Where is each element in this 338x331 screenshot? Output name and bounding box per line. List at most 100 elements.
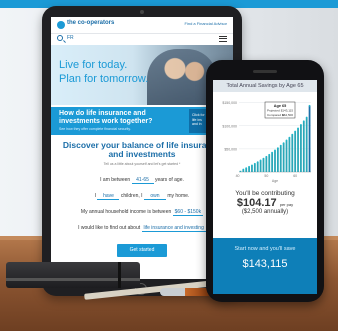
children-mid: children, I: [120, 193, 143, 199]
tooltip-row-value: $62,500: [282, 113, 293, 117]
savings-chart: $150,000 $100,000 $50,000 40 50 60 Age Age 65 Pr…: [213, 92, 317, 188]
chart-bar: [259, 160, 262, 172]
find-advisor-link[interactable]: Find a Financial Advisor: [185, 21, 227, 26]
chart-bar: [276, 148, 279, 172]
chart-point: [297, 127, 299, 130]
savings-footer: Start now and you'll save $143,115: [213, 238, 317, 294]
chart-point: [253, 162, 256, 165]
banner-title: How do life insurance and investments wo…: [59, 110, 153, 125]
phone-screen: Total Annual Savings by Age 65 $150,000 $…: [213, 80, 317, 294]
search-icon[interactable]: [57, 35, 63, 41]
chart-point: [274, 149, 276, 152]
chart-point: [285, 139, 288, 142]
chart-bar: [256, 162, 259, 172]
savings-footer-label: Start now and you'll save: [234, 246, 296, 252]
age-prefix: I am between: [100, 177, 131, 183]
savings-chart-svg: $150,000 $100,000 $50,000 40 50 60 Age Age 65Pr…: [222, 101, 311, 183]
chart-point: [245, 167, 248, 170]
home-suffix: my home.: [167, 193, 190, 199]
x-axis-label: Age: [272, 179, 278, 183]
chart-point: [294, 130, 297, 133]
y-tick-label: $100,000: [222, 124, 237, 128]
contribution-amount: $104.17: [236, 197, 277, 209]
tablet-camera: [140, 10, 144, 14]
hero-headline-2: Plan for tomorrow.: [59, 73, 149, 85]
chart-bar: [300, 124, 302, 172]
chart-bar: [291, 134, 294, 172]
chart-bar: [265, 156, 268, 172]
chart-point: [268, 153, 271, 156]
site-logo[interactable]: the co-operators: [67, 20, 114, 26]
tooltip-title: Age 65: [274, 104, 286, 108]
tooltip-row-label: Projected: [267, 109, 280, 113]
chart-bar: [253, 163, 256, 172]
tooltip-row-value: $143,115: [281, 109, 294, 113]
chart-bar: [288, 137, 291, 172]
get-started-button[interactable]: Get started: [117, 244, 167, 257]
per-pay-label: per pay: [279, 202, 294, 207]
x-tick-label: 60: [293, 174, 297, 178]
chart-point: [242, 168, 245, 171]
phone-device: Total Annual Savings by Age 65 $150,000 $…: [206, 60, 324, 302]
chart-point: [291, 133, 294, 136]
contribution-summary: You'll be contributing $104.17 per pay (…: [213, 190, 317, 215]
annual-contribution: ($2,500 annually): [241, 209, 289, 215]
banner-subtitle: See how they offer complete financial se…: [59, 127, 131, 131]
chart-bar: [268, 154, 271, 172]
chart-bar: [305, 117, 308, 172]
learn-select[interactable]: life insurance and investing: [141, 225, 206, 232]
chart-point: [282, 142, 285, 145]
x-tick-label: 40: [236, 174, 240, 178]
chart-point: [305, 116, 308, 119]
contribution-amount-row: $104.17 per pay: [213, 197, 317, 209]
chart-bar: [274, 150, 276, 172]
notebook-elastic: [118, 262, 121, 288]
chart-bar: [285, 140, 288, 172]
age-suffix: years of age.: [154, 177, 184, 183]
chart-title: Total Annual Savings by Age 65: [213, 80, 317, 92]
chart-point: [262, 157, 265, 160]
chart-bar: [279, 145, 282, 172]
children-select[interactable]: have: [97, 193, 120, 200]
contribution-label: You'll be contributing: [235, 190, 295, 197]
chart-point: [300, 124, 302, 126]
home-select[interactable]: own: [143, 193, 166, 200]
chart-bar: [294, 131, 297, 172]
y-tick-label: $150,000: [222, 101, 237, 105]
language-toggle[interactable]: FR: [67, 35, 74, 41]
chart-bar: [308, 105, 311, 172]
age-select[interactable]: 41-65: [131, 177, 154, 184]
children-prefix: I: [94, 193, 97, 199]
site-toolbar: FR: [51, 34, 233, 44]
chart-point: [271, 151, 274, 154]
chart-bar: [282, 143, 285, 172]
chart-bar: [239, 170, 242, 172]
logo-icon[interactable]: [57, 21, 65, 29]
chart-point: [265, 155, 268, 158]
phone-speaker: [253, 70, 277, 73]
x-tick-label: 50: [264, 174, 268, 178]
chart-point: [248, 165, 250, 168]
income-prefix: My annual household income is between: [80, 209, 172, 215]
site-header: the co-operators Find a Financial Adviso…: [51, 17, 233, 34]
income-select[interactable]: $60 - $150k: [172, 209, 204, 216]
y-tick-label: $50,000: [224, 147, 237, 151]
chart-point: [251, 164, 253, 167]
calculator-title-line2: and investments: [108, 149, 176, 159]
chart-bar: [302, 121, 305, 172]
learn-prefix: I would like to find out about: [78, 225, 141, 231]
chart-bar: [297, 128, 299, 172]
chart-bar: [262, 158, 265, 172]
chart-point: [302, 120, 305, 123]
chart-bar: [251, 165, 253, 172]
hero-headline-1: Live for today.: [59, 59, 128, 71]
chart-point: [256, 161, 259, 164]
chart-point: [279, 144, 282, 147]
menu-icon[interactable]: [219, 36, 227, 42]
chart-bar: [271, 152, 274, 172]
chart-point: [259, 159, 262, 162]
savings-footer-amount: $143,115: [242, 258, 288, 270]
chart-point: [308, 104, 311, 107]
chart-point: [288, 136, 291, 139]
chart-point: [276, 147, 279, 150]
